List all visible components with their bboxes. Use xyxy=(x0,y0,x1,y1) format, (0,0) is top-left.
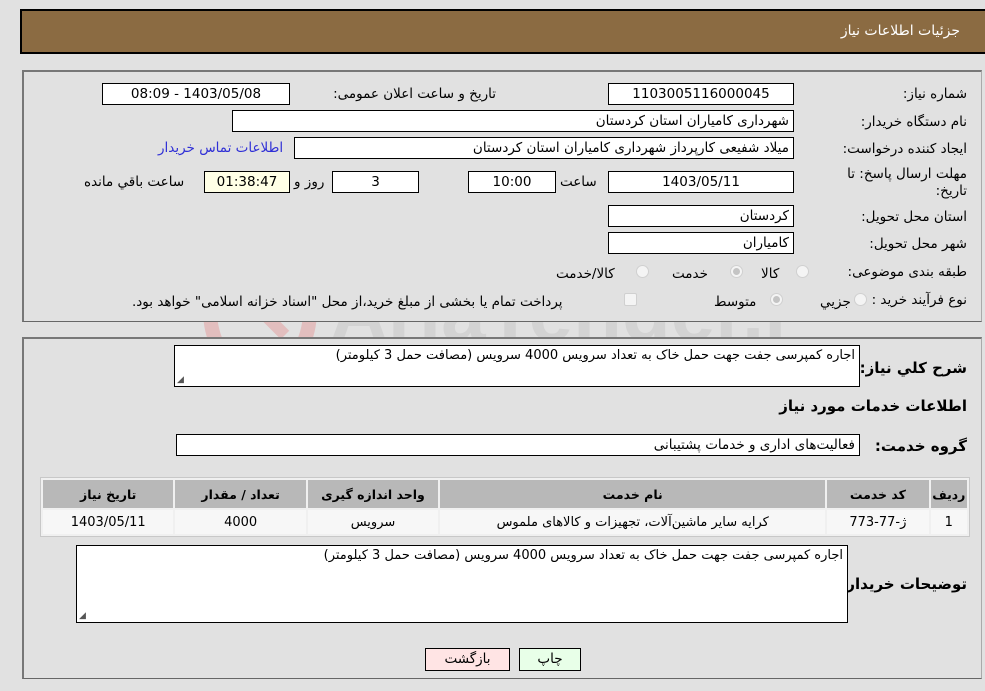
need-details-panel: شرح کلي نیاز: اجاره کمپرسی جفت جهت حمل خ… xyxy=(22,337,982,679)
service-group-field: فعالیت‌های اداری و خدمات پشتیبانی xyxy=(176,434,860,456)
cell-need-date: 1403/05/11 xyxy=(43,510,174,534)
need-number-label: شماره نیاز: xyxy=(902,86,967,102)
deadline-time-field: 10:00 xyxy=(468,171,556,193)
table-header-row: ردیف کد خدمت نام خدمت واحد اندازه گیری ت… xyxy=(43,480,967,508)
category-option-goods-service: کالا/خدمت xyxy=(556,266,615,282)
buyer-notes-label: توضیحات خریدار: xyxy=(840,575,967,593)
col-header-need-date: تاریخ نیاز xyxy=(43,480,174,508)
category-option-service: خدمت xyxy=(672,266,708,282)
cell-unit: سرویس xyxy=(307,510,439,534)
col-header-unit: واحد اندازه گیری xyxy=(307,480,439,508)
back-button[interactable]: بازگشت xyxy=(425,648,510,671)
remaining-time-field: 01:38:47 xyxy=(204,171,290,193)
category-radio-goods-service[interactable] xyxy=(636,265,649,278)
category-radio-service[interactable] xyxy=(730,265,743,278)
buyer-org-label: نام دستگاه خریدار: xyxy=(860,114,967,130)
treasury-checkbox[interactable] xyxy=(624,293,637,306)
days-remaining-field: 3 xyxy=(332,171,419,193)
col-header-service-name: نام خدمت xyxy=(440,480,826,508)
buyer-contact-link[interactable]: اطلاعات تماس خریدار xyxy=(158,140,283,156)
category-radio-goods[interactable] xyxy=(796,265,809,278)
process-radio-minor[interactable] xyxy=(854,293,867,306)
services-table: ردیف کد خدمت نام خدمت واحد اندازه گیری ت… xyxy=(40,477,970,537)
need-info-panel: شماره نیاز: 1103005116000045 تاریخ و ساع… xyxy=(22,70,982,322)
buyer-org-field: شهرداری کامیاران استان کردستان xyxy=(232,110,794,132)
col-header-row-number: ردیف xyxy=(930,480,967,508)
table-row: 1 ژ-77-773 کرایه سایر ماشین‌آلات، تجهیزا… xyxy=(43,510,967,534)
resize-handle-icon[interactable]: ◢ xyxy=(177,375,184,385)
creator-label: ایجاد کننده درخواست: xyxy=(842,141,967,157)
city-label: شهر محل تحویل: xyxy=(869,236,967,252)
process-option-medium: متوسط xyxy=(714,294,757,310)
services-heading: اطلاعات خدمات مورد نیاز xyxy=(779,397,967,415)
city-field: کامیاران xyxy=(608,232,794,254)
col-header-quantity: تعداد / مقدار xyxy=(175,480,306,508)
remaining-time-label: ساعت باقي مانده xyxy=(84,174,185,190)
buyer-notes-text: اجاره کمپرسی جفت جهت حمل خاک به تعداد سر… xyxy=(323,548,843,563)
page-header: جزئیات اطلاعات نیاز xyxy=(20,9,985,54)
cell-service-name: کرایه سایر ماشین‌آلات، تجهیزات و کالاهای… xyxy=(440,510,826,534)
cell-row-number: 1 xyxy=(930,510,967,534)
province-label: استان محل تحویل: xyxy=(861,209,967,225)
cell-quantity: 4000 xyxy=(175,510,306,534)
buyer-notes-textarea[interactable]: اجاره کمپرسی جفت جهت حمل خاک به تعداد سر… xyxy=(76,545,848,623)
summary-textarea[interactable]: اجاره کمپرسی جفت جهت حمل خاک به تعداد سر… xyxy=(174,345,860,387)
category-option-goods: کالا xyxy=(761,266,780,282)
purchase-process-label: نوع فرآیند خرید : xyxy=(871,292,967,308)
print-button[interactable]: چاپ xyxy=(519,648,581,671)
deadline-label: مهلت ارسال پاسخ: تا تاریخ: xyxy=(847,166,967,199)
treasury-note: پرداخت تمام یا بخشی از مبلغ خرید،از محل … xyxy=(132,294,563,310)
summary-text: اجاره کمپرسی جفت جهت حمل خاک به تعداد سر… xyxy=(335,348,855,363)
summary-label: شرح کلي نیاز: xyxy=(859,359,967,377)
page-title: جزئیات اطلاعات نیاز xyxy=(840,23,960,39)
category-label: طبقه بندی موضوعی: xyxy=(847,264,967,280)
service-group-label: گروه خدمت: xyxy=(874,437,967,455)
col-header-service-code: کد خدمت xyxy=(827,480,929,508)
deadline-date-field: 1403/05/11 xyxy=(608,171,794,193)
resize-handle-icon[interactable]: ◢ xyxy=(79,611,86,621)
cell-service-code: ژ-77-773 xyxy=(827,510,929,534)
province-field: کردستان xyxy=(608,205,794,227)
announce-datetime-label: تاریخ و ساعت اعلان عمومی: xyxy=(333,86,496,102)
need-number-field: 1103005116000045 xyxy=(608,83,794,105)
announce-datetime-field: 1403/05/08 - 08:09 xyxy=(102,83,290,105)
process-radio-medium[interactable] xyxy=(770,293,783,306)
creator-field: میلاد شفیعی کارپرداز شهرداری کامیاران اس… xyxy=(294,137,794,159)
days-label: روز و xyxy=(294,174,325,190)
process-option-minor: جزيي xyxy=(820,294,851,310)
deadline-time-label: ساعت xyxy=(560,174,597,190)
